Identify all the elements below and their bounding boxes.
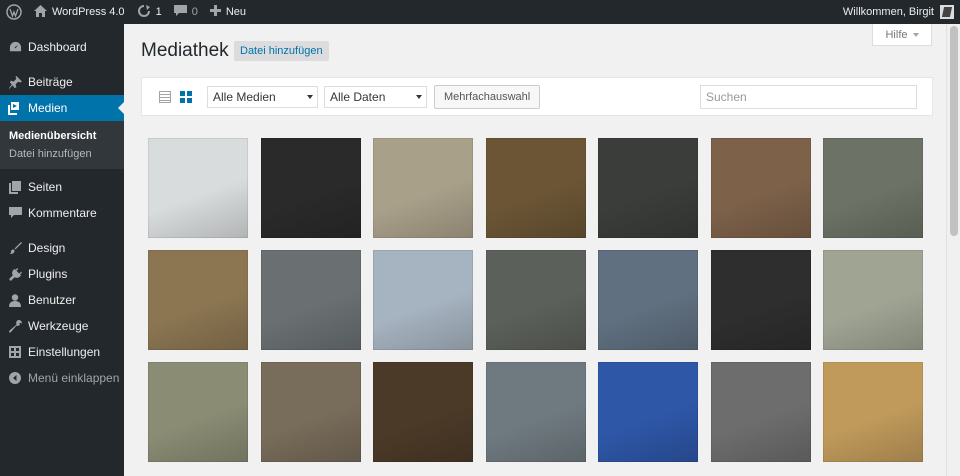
media-item[interactable] — [823, 138, 923, 238]
media-item[interactable] — [710, 138, 811, 238]
comment-icon — [8, 206, 22, 220]
media-item[interactable] — [260, 138, 361, 238]
collapse-menu-label: Menü einklappen — [28, 371, 120, 385]
media-item[interactable] — [598, 138, 698, 238]
media-item[interactable] — [823, 250, 923, 350]
settings-icon — [8, 345, 22, 359]
main-content: Hilfe Mediathek Datei hinzufügen Alle Me… — [124, 24, 946, 476]
pages-icon — [8, 180, 22, 194]
site-name-link[interactable]: WordPress 4.0 — [28, 0, 131, 24]
sidebar-item-label: Plugins — [28, 267, 68, 281]
media-toolbar: Alle Medien Alle Daten Mehrfachauswahl — [141, 77, 933, 116]
updates-count: 1 — [155, 6, 162, 18]
new-content-link[interactable]: Neu — [204, 0, 252, 24]
media-item[interactable] — [373, 250, 473, 350]
media-item[interactable] — [373, 138, 473, 238]
admin-bar: WordPress 4.0 1 0 Neu Willkommen, Birgit — [0, 0, 960, 24]
my-account-link[interactable]: Willkommen, Birgit — [843, 0, 954, 24]
search-input[interactable] — [700, 85, 917, 109]
brush-icon — [8, 241, 22, 255]
media-item[interactable] — [598, 362, 698, 462]
media-item[interactable] — [485, 250, 586, 350]
sidebar-item-label: Werkzeuge — [28, 319, 89, 333]
sidebar-item-label: Design — [28, 241, 66, 255]
sidebar-item-label: Kommentare — [28, 206, 97, 220]
date-filter-value: Alle Daten — [330, 90, 386, 104]
media-item[interactable] — [485, 362, 586, 462]
sidebar-item-pages[interactable]: Seiten — [0, 174, 124, 200]
media-submenu: Medienübersicht Datei hinzufügen — [0, 121, 124, 169]
updates-icon — [137, 4, 151, 20]
chevron-down-icon — [307, 95, 313, 99]
greeting-text: Willkommen, Birgit — [842, 6, 934, 18]
submenu-item-library[interactable]: Medienübersicht — [0, 127, 124, 145]
sidebar-item-label: Medien — [28, 101, 68, 115]
media-item[interactable] — [823, 362, 923, 462]
chevron-down-icon — [912, 32, 919, 37]
avatar — [940, 5, 954, 19]
sidebar-item-plugins[interactable]: Plugins — [0, 261, 124, 287]
media-item[interactable] — [373, 362, 473, 462]
comments-link[interactable]: 0 — [168, 0, 204, 24]
scrollbar-thumb[interactable] — [950, 26, 958, 236]
help-label: Hilfe — [885, 28, 908, 41]
plus-icon — [209, 5, 221, 19]
media-item[interactable] — [148, 362, 248, 462]
collapse-menu-button[interactable]: Menü einklappen — [0, 365, 124, 391]
collapse-arrow-icon — [8, 371, 22, 385]
sidebar-item-settings[interactable]: Einstellungen — [0, 339, 124, 365]
sidebar-item-label: Benutzer — [28, 293, 77, 307]
chevron-down-icon — [416, 95, 422, 99]
media-icon — [8, 101, 22, 115]
help-tab[interactable]: Hilfe — [872, 24, 932, 46]
home-icon — [34, 4, 47, 20]
media-item[interactable] — [598, 250, 698, 350]
updates-link[interactable]: 1 — [131, 0, 168, 24]
media-item[interactable] — [260, 250, 361, 350]
admin-menu: Dashboard Beiträge Medien Medienübersich… — [0, 24, 124, 476]
sidebar-item-dashboard[interactable]: Dashboard — [0, 34, 124, 60]
dashboard-icon — [8, 40, 22, 54]
sidebar-item-users[interactable]: Benutzer — [0, 287, 124, 313]
media-item[interactable] — [260, 362, 361, 462]
media-item[interactable] — [485, 138, 586, 238]
sidebar-item-tools[interactable]: Werkzeuge — [0, 313, 124, 339]
sidebar-item-posts[interactable]: Beiträge — [0, 69, 124, 95]
media-type-select[interactable]: Alle Medien — [207, 86, 318, 108]
submenu-item-add-new[interactable]: Datei hinzufügen — [0, 145, 124, 163]
date-filter-select[interactable]: Alle Daten — [324, 86, 427, 108]
grid-view-icon[interactable] — [180, 90, 192, 103]
media-item[interactable] — [148, 250, 248, 350]
comments-count: 0 — [191, 6, 198, 18]
sidebar-item-label: Einstellungen — [28, 345, 101, 359]
sidebar-item-label: Seiten — [28, 180, 63, 194]
add-new-button[interactable]: Datei hinzufügen — [234, 41, 329, 61]
new-label: Neu — [225, 6, 246, 18]
wrench-icon — [8, 319, 22, 333]
site-name-label: WordPress 4.0 — [52, 6, 125, 18]
plug-icon — [8, 267, 22, 281]
page-title: Mediathek — [141, 40, 229, 61]
media-item[interactable] — [148, 138, 248, 238]
sidebar-item-comments[interactable]: Kommentare — [0, 200, 124, 226]
wordpress-logo-icon[interactable] — [0, 0, 28, 24]
bulk-select-button[interactable]: Mehrfachauswahl — [434, 85, 541, 109]
pin-icon — [8, 75, 22, 89]
user-icon — [8, 293, 22, 307]
sidebar-item-media[interactable]: Medien — [0, 95, 124, 121]
media-type-value: Alle Medien — [213, 90, 276, 104]
media-item[interactable] — [710, 250, 811, 350]
comment-bubble-icon — [173, 4, 187, 20]
list-view-icon[interactable] — [159, 90, 171, 103]
sidebar-item-appearance[interactable]: Design — [0, 235, 124, 261]
scrollbar[interactable] — [946, 24, 960, 476]
media-item[interactable] — [710, 362, 811, 462]
sidebar-item-label: Beiträge — [28, 75, 73, 89]
sidebar-item-label: Dashboard — [28, 40, 87, 54]
